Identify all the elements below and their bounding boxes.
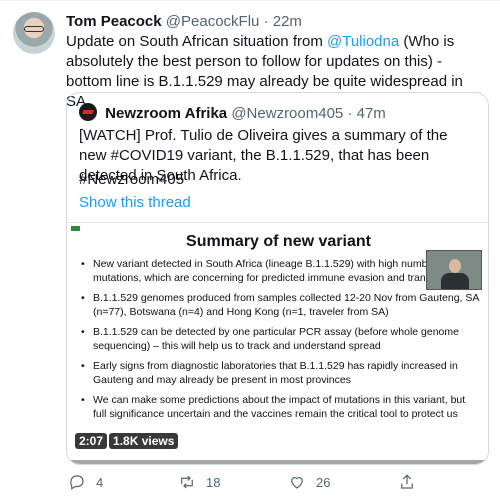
- video-progress-bar[interactable]: [67, 460, 488, 464]
- slide-bullet-list: New variant detected in South Africa (li…: [81, 257, 481, 427]
- slide-bullet: New variant detected in South Africa (li…: [81, 257, 481, 285]
- video-player[interactable]: Summary of new variant New variant detec…: [67, 222, 488, 464]
- heart-icon: [291, 477, 303, 489]
- tweet[interactable]: Tom Peacock @PeacockFlu · 22m Update on …: [0, 0, 500, 501]
- retweet-count: 18: [206, 474, 221, 490]
- quoted-tweet-header: Newzroom Afrika @Newzroom405 · 47m: [79, 103, 386, 123]
- slide-logo: [71, 226, 80, 231]
- tweet-header: Tom Peacock @PeacockFlu · 22m: [66, 13, 302, 31]
- reply-button[interactable]: 4: [68, 473, 103, 491]
- video-overlay-badges: 2:07 1.8K views: [75, 433, 179, 449]
- quoted-tweet[interactable]: Newzroom Afrika @Newzroom405 · 47m [WATC…: [66, 92, 489, 465]
- share-button[interactable]: [398, 473, 416, 491]
- slide-bullet: Early signs from diagnostic laboratories…: [81, 359, 481, 387]
- quoted-timestamp: 47m: [356, 105, 386, 122]
- slide-bullet: B.1.1.529 can be detected by one particu…: [81, 325, 481, 353]
- retweet-icon: [181, 475, 193, 489]
- tweet-actions: 4 18 26: [66, 473, 486, 493]
- retweet-button[interactable]: 18: [178, 473, 220, 491]
- quoted-author-avatar: [79, 103, 97, 121]
- show-thread-link[interactable]: Show this thread: [79, 193, 191, 213]
- mention-link[interactable]: @Tuliodna: [327, 33, 399, 50]
- quoted-hashtag[interactable]: #Newzroom405: [79, 170, 184, 190]
- author-avatar[interactable]: [13, 12, 55, 54]
- author-handle[interactable]: @PeacockFlu: [166, 13, 260, 30]
- slide-title: Summary of new variant: [186, 233, 371, 250]
- tweet-text-part1: Update on South African situation from: [66, 33, 327, 50]
- slide-bullet: We can make some predictions about the i…: [81, 393, 481, 421]
- author-name[interactable]: Tom Peacock: [66, 13, 162, 30]
- share-icon: [401, 474, 413, 489]
- separator-dot: ·: [347, 105, 353, 122]
- reply-count: 4: [96, 474, 104, 490]
- tweet-timestamp[interactable]: 22m: [273, 13, 302, 30]
- separator-dot: ·: [263, 13, 269, 30]
- slide-bullet: B.1.1.529 genomes produced from samples …: [81, 291, 481, 319]
- video-duration: 2:07: [75, 433, 108, 449]
- quoted-author-name: Newzroom Afrika: [105, 105, 228, 122]
- like-count: 26: [316, 474, 331, 490]
- quoted-author-handle: @Newzroom405: [231, 105, 344, 122]
- reply-icon: [70, 475, 84, 490]
- like-button[interactable]: 26: [288, 473, 330, 491]
- video-view-count: 1.8K views: [109, 433, 179, 449]
- speaker-webcam-inset: [426, 250, 482, 290]
